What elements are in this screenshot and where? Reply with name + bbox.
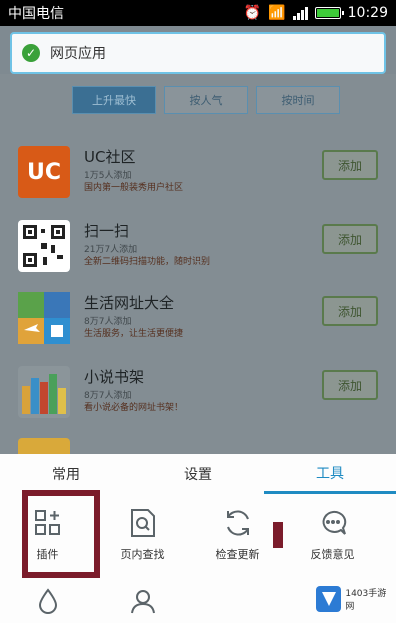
app-description: 国内第一般装秀用户社区 [84, 183, 184, 193]
alarm-icon: ⏰ [243, 5, 262, 21]
uc-community-icon: UC [18, 146, 70, 198]
feedback-button[interactable]: 反馈意见 [285, 506, 380, 576]
account-button[interactable] [95, 584, 190, 619]
menu-tabs: 常用 设置 工具 [0, 454, 396, 494]
add-button[interactable]: 添加 [322, 296, 378, 326]
add-button[interactable]: 添加 [322, 224, 378, 254]
check-update-button[interactable]: 检查更新 [190, 506, 285, 576]
app-name: 小说书架 [84, 368, 145, 386]
list-item[interactable]: 扫一扫 21万7人添加 全新二维码扫描功能，随时识别 添加 [18, 220, 378, 280]
find-in-page-button[interactable]: 页内查找 [95, 506, 190, 576]
life-sites-icon [18, 292, 70, 344]
qr-code-icon [18, 220, 70, 272]
app-name: UC社区 [84, 148, 136, 166]
highlight-box [22, 490, 100, 578]
app-list-panel: 上升最快 按人气 按时间 UC UC社区 1万5人添加 国内第一般装秀用户社区 … [0, 74, 396, 454]
check-update-label: 检查更新 [215, 548, 260, 561]
tab-time[interactable]: 按时间 [256, 86, 340, 114]
app-name: 生活网址大全 [84, 294, 175, 312]
app-name: 扫一扫 [84, 222, 130, 240]
find-in-page-label: 页内查找 [120, 548, 165, 561]
tab-common[interactable]: 常用 [0, 454, 132, 494]
add-button[interactable]: 添加 [322, 370, 378, 400]
app-description: 全新二维码扫描功能，随时识别 [84, 257, 211, 267]
status-bar: 中国电信 ⏰ 📶 10:29 [0, 0, 396, 26]
list-item[interactable]: 小说书架 8万7人添加 看小说必备的网址书架！ 添加 [18, 366, 378, 426]
find-in-page-icon [130, 506, 156, 540]
water-drop-icon [37, 584, 59, 618]
list-item[interactable]: UC UC社区 1万5人添加 国内第一般装秀用户社区 添加 [18, 146, 378, 206]
user-icon [130, 584, 156, 618]
tab-settings[interactable]: 设置 [132, 454, 264, 494]
bookshelf-icon [18, 366, 70, 418]
partial-app-icon [18, 438, 70, 454]
wifi-icon: 📶 [268, 5, 286, 21]
clock: 10:29 [347, 5, 388, 21]
theme-button[interactable] [0, 584, 95, 619]
app-description: 生活服务，让生活更便捷 [84, 329, 184, 339]
signal-icon [292, 6, 308, 20]
carrier-label: 中国电信 [8, 6, 64, 22]
refresh-icon [223, 506, 253, 540]
tab-fastest-rising[interactable]: 上升最快 [72, 86, 156, 114]
feedback-label: 反馈意见 [310, 548, 355, 561]
watermark-logo-icon [316, 586, 342, 612]
tab-tools[interactable]: 工具 [264, 454, 396, 494]
watermark: 1403手游网 [316, 581, 394, 617]
app-description: 看小说必备的网址书架！ [84, 403, 184, 413]
toast-web-apps: ✓ 网页应用 [10, 32, 386, 74]
tab-popularity[interactable]: 按人气 [164, 86, 248, 114]
toast-text: 网页应用 [50, 46, 106, 62]
list-item[interactable]: 生活网址大全 8万7人添加 生活服务，让生活更便捷 添加 [18, 292, 378, 352]
battery-icon [314, 7, 344, 19]
feedback-icon [319, 506, 347, 540]
add-button[interactable]: 添加 [322, 150, 378, 180]
watermark-text: 1403手游网 [345, 589, 387, 612]
check-icon: ✓ [22, 44, 40, 62]
highlight-marker [273, 522, 283, 548]
sort-tabs: 上升最快 按人气 按时间 [72, 86, 340, 114]
